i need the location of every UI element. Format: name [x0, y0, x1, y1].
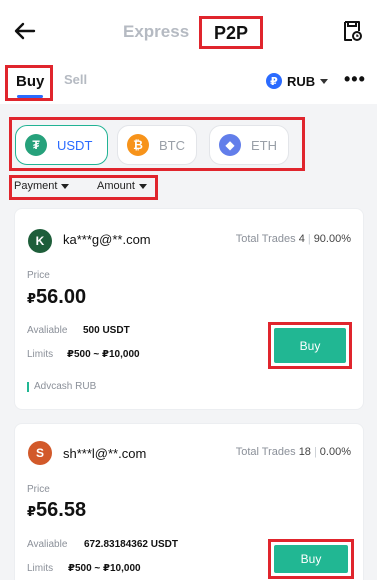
tab-buy[interactable]: Buy — [16, 73, 44, 90]
eth-icon: ◆ — [219, 134, 241, 156]
price-value: ₽56.58 — [27, 499, 86, 522]
total-trades-count: 18 — [298, 446, 311, 458]
arrow-left-icon[interactable] — [12, 18, 38, 44]
price-label: Price — [27, 270, 50, 281]
avatar[interactable]: S — [28, 441, 52, 465]
buy-tab-highlight: Buy — [5, 65, 53, 101]
limits-value: ₽500 ~ ₽10,000 — [68, 563, 141, 574]
amount-filter[interactable]: Amount — [97, 180, 147, 192]
trade-stats: Total Trades 18 | 0.00% — [235, 446, 351, 458]
payment-indicator — [27, 381, 29, 392]
coin-chip-eth[interactable]: ◆ ETH — [209, 125, 289, 165]
amount-filter-label: Amount — [97, 180, 135, 192]
completion-rate: 0.00% — [319, 446, 351, 458]
price-label: Price — [27, 484, 50, 495]
sub-bar: Buy Sell ₽ RUB ••• — [0, 62, 377, 104]
available-label: Avaliable — [27, 325, 68, 336]
btc-icon: ₿ — [127, 134, 149, 156]
coin-chip-btc[interactable]: ₿ BTC — [117, 125, 197, 165]
tab-express[interactable]: Express — [123, 22, 189, 42]
buy-button[interactable]: Buy — [274, 328, 346, 363]
top-bar: Express P2P — [0, 0, 377, 62]
coin-chip-usdt[interactable]: ₮ USDT — [15, 125, 108, 165]
trade-stats: Total Trades 4 | 90.00% — [235, 233, 351, 245]
payment-filter-label: Payment — [14, 180, 58, 192]
limits-label: Limits — [27, 563, 54, 574]
caret-down-icon — [61, 183, 70, 189]
tab-p2p[interactable]: P2P — [202, 23, 260, 44]
buy-button-highlight: Buy — [268, 539, 354, 579]
avatar[interactable]: K — [28, 229, 52, 253]
completion-rate: 90.00% — [313, 233, 351, 245]
currency-label: RUB — [287, 73, 316, 89]
coin-label: ETH — [251, 137, 277, 153]
buy-button[interactable]: Buy — [274, 545, 348, 573]
tab-p2p-highlight: P2P — [199, 16, 263, 49]
buy-button-highlight: Buy — [268, 322, 352, 369]
price-amount: 56.58 — [36, 499, 87, 521]
price-amount: 56.00 — [36, 286, 87, 308]
caret-down-icon — [138, 183, 147, 189]
available-label: Avaliable — [27, 539, 68, 550]
caret-down-icon — [320, 78, 329, 84]
total-trades-count: 4 — [298, 233, 305, 245]
coin-label: USDT — [57, 137, 93, 153]
total-trades-label: Total Trades — [235, 446, 296, 458]
price-value: ₽56.00 — [27, 286, 86, 309]
ruble-icon: ₽ — [266, 73, 282, 89]
active-tab-indicator — [17, 95, 43, 98]
price-currency-symbol: ₽ — [27, 291, 37, 306]
currency-selector[interactable]: ₽ RUB — [266, 71, 329, 91]
available-value: 500 USDT — [83, 325, 130, 336]
tab-sell[interactable]: Sell — [64, 72, 87, 87]
orders-icon[interactable] — [340, 19, 364, 43]
limits-label: Limits — [27, 349, 54, 360]
total-trades-label: Total Trades — [235, 233, 296, 245]
usdt-icon: ₮ — [25, 134, 47, 156]
payment-method-label: Advcash RUB — [34, 381, 97, 392]
merchant-name[interactable]: sh***l@**.com — [63, 446, 146, 461]
coin-label: BTC — [159, 137, 185, 153]
limits-value: ₽500 ~ ₽10,000 — [67, 349, 140, 360]
available-value: 672.83184362 USDT — [84, 539, 178, 550]
payment-method: Advcash RUB — [27, 381, 96, 392]
offer-card: K ka***g@**.com Total Trades 4 | 90.00% Pr… — [14, 208, 364, 410]
offer-card: S sh***l@**.com Total Trades 18 | 0.00% Pr… — [14, 423, 364, 580]
payment-filter[interactable]: Payment — [14, 180, 70, 192]
price-currency-symbol: ₽ — [27, 504, 37, 519]
merchant-name[interactable]: ka***g@**.com — [63, 232, 151, 247]
more-icon[interactable]: ••• — [344, 70, 366, 88]
